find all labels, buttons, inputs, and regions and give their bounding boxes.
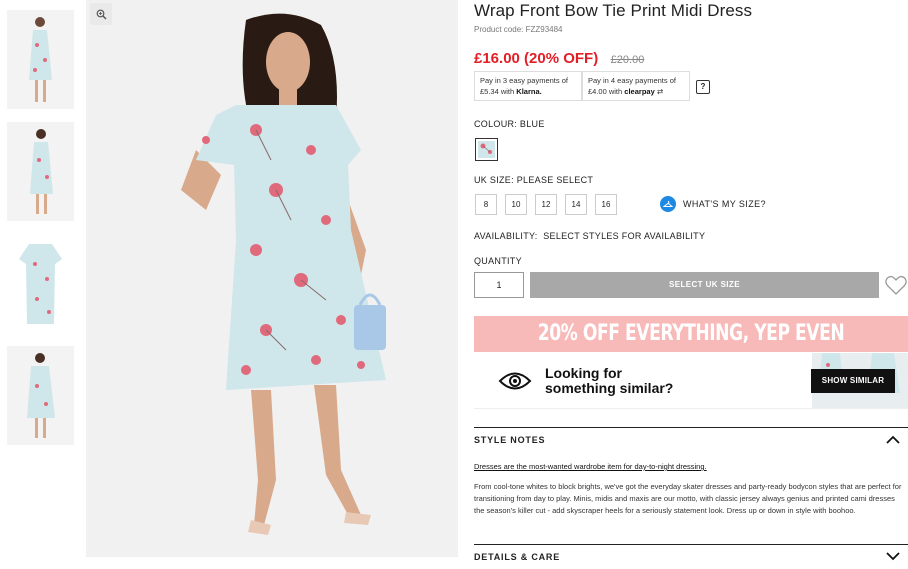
show-similar-button[interactable]: SHOW SIMILAR — [811, 369, 895, 393]
size-label-row: UK SIZE: PLEASE SELECT — [474, 175, 593, 185]
thumbnail-1[interactable] — [7, 10, 74, 109]
current-price: £16.00 (20% OFF) — [474, 50, 599, 67]
clearpay-line1: Pay in 4 easy payments of — [588, 76, 676, 85]
thumbnail-2-image — [7, 122, 74, 221]
thumbnail-4-image — [7, 346, 74, 445]
swatch-flower-icon — [480, 143, 492, 154]
availability-row: AVAILABILITY: SELECT STYLES FOR AVAILABI… — [474, 231, 705, 241]
thumbnail-1-image — [7, 10, 74, 109]
klarna-line2: £5.34 with — [480, 87, 515, 96]
quantity-label: QUANTITY — [474, 256, 522, 266]
product-code: Product code: FZZ93484 — [474, 25, 563, 34]
size-option-8[interactable]: 8 — [475, 194, 497, 215]
clearpay-box[interactable]: Pay in 4 easy payments of £4.00 with cle… — [582, 71, 690, 101]
main-product-image[interactable] — [86, 0, 458, 557]
wishlist-heart-icon[interactable] — [884, 273, 908, 297]
klarna-line2-row: £5.34 with Klarna. — [480, 86, 576, 97]
style-notes-body: From cool-tone whites to block brights, … — [474, 482, 902, 515]
availability-value: SELECT STYLES FOR AVAILABILITY — [543, 231, 706, 241]
colour-label-row: COLOUR: BLUE — [474, 119, 545, 129]
size-option-12[interactable]: 12 — [535, 194, 557, 215]
clearpay-line2-row: £4.00 with clearpay ⇄ — [588, 86, 684, 97]
colour-swatch-blue[interactable] — [475, 138, 498, 161]
colour-label: COLOUR: — [474, 119, 518, 129]
eye-icon — [498, 372, 532, 390]
style-notes-heading: STYLE NOTES — [474, 435, 546, 445]
size-label: UK SIZE: — [474, 175, 514, 185]
size-option-16[interactable]: 16 — [595, 194, 617, 215]
details-care-heading: DETAILS & CARE — [474, 552, 561, 562]
klarna-logo: Klarna. — [516, 87, 542, 96]
thumbnail-4[interactable] — [7, 346, 74, 445]
thumbnail-3[interactable] — [7, 234, 74, 333]
model-photo — [86, 0, 458, 557]
select-size-button[interactable]: SELECT UK SIZE — [530, 272, 879, 298]
chevron-up-icon — [886, 435, 900, 444]
zoom-icon — [96, 9, 106, 19]
quantity-input[interactable]: 1 — [474, 272, 524, 298]
details-care-header[interactable]: DETAILS & CARE — [474, 544, 908, 568]
hanger-icon — [660, 196, 676, 212]
similar-line1: Looking for — [545, 365, 622, 381]
swatch-image — [478, 141, 495, 158]
size-options: 8 10 12 14 16 — [475, 194, 625, 215]
payment-help-button[interactable]: ? — [696, 80, 710, 94]
was-price: £20.00 — [610, 54, 645, 66]
size-option-14[interactable]: 14 — [565, 194, 587, 215]
price-row: £16.00 (20% OFF) £20.00 — [474, 50, 644, 68]
similar-banner: Looking for something similar? SHOW SIMI… — [474, 353, 908, 409]
zoom-button[interactable] — [90, 3, 112, 25]
product-title: Wrap Front Bow Tie Print Midi Dress — [474, 1, 753, 20]
klarna-line1: Pay in 3 easy payments of — [480, 76, 568, 85]
similar-text: Looking for something similar? — [545, 366, 673, 396]
availability-label: AVAILABILITY: — [474, 231, 538, 241]
clearpay-arrow-icon: ⇄ — [656, 87, 664, 96]
similar-line2: something similar? — [545, 380, 674, 396]
style-notes-header[interactable]: STYLE NOTES — [474, 427, 908, 451]
thumbnail-2[interactable] — [7, 122, 74, 221]
style-notes-lead: Dresses are the most-wanted wardrobe ite… — [474, 462, 707, 471]
chevron-down-icon — [886, 552, 900, 561]
promo-banner[interactable]: 20% OFF EVERYTHING, YEP EVEN SALE!* — [474, 316, 908, 382]
size-option-10[interactable]: 10 — [505, 194, 527, 215]
klarna-box[interactable]: Pay in 3 easy payments of £5.34 with Kla… — [474, 71, 582, 101]
clearpay-logo: clearpay — [624, 87, 655, 96]
thumbnail-3-image — [7, 234, 74, 333]
size-value: PLEASE SELECT — [516, 175, 594, 185]
whats-my-size-label: WHAT'S MY SIZE? — [683, 199, 766, 209]
clearpay-line2: £4.00 with — [588, 87, 623, 96]
thumbnail-list — [7, 10, 74, 458]
colour-value: BLUE — [519, 119, 545, 129]
whats-my-size-link[interactable]: WHAT'S MY SIZE? — [660, 196, 766, 212]
